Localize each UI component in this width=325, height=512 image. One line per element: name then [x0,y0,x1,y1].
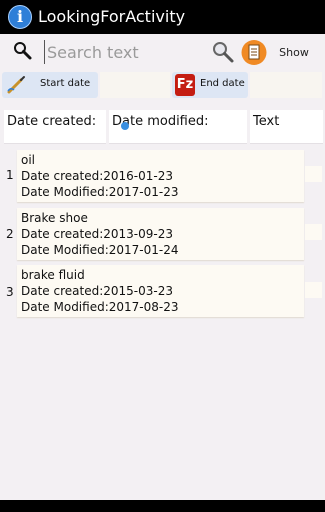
search-icon[interactable] [12,40,34,62]
end-date-button[interactable]: Fz End date [172,72,248,98]
sort-date-modified[interactable]: Date modified: [109,110,247,144]
row-number: 1 [6,168,14,182]
info-icon: i [8,5,32,29]
item-tail[interactable] [305,282,322,298]
list-item[interactable]: brake fluid Date created:2015-03-23 Date… [17,265,304,317]
document-icon[interactable] [241,39,267,66]
item-created: Date created:2015-03-23 [21,284,173,298]
zoom-icon[interactable] [211,40,235,64]
end-date-label: End date [200,78,245,89]
show-button[interactable]: Show [276,43,312,63]
start-date-button[interactable]: Start date [2,72,98,98]
item-modified: Date Modified:2017-01-23 [21,185,179,199]
list-item[interactable]: oil Date created:2016-01-23 Date Modifie… [17,150,304,202]
navigation-bar [0,500,325,512]
start-date-value[interactable] [100,72,170,98]
touch-indicator [121,122,129,130]
item-created: Date created:2016-01-23 [21,169,173,183]
app-title: LookingForActivity [38,7,186,26]
filezilla-icon: Fz [175,74,195,96]
item-title: oil [21,153,36,167]
search-row: Show [0,38,325,68]
title-bar: i LookingForActivity [0,0,325,34]
item-modified: Date Modified:2017-01-24 [21,243,179,257]
list-item[interactable]: Brake shoe Date created:2013-09-23 Date … [17,208,304,260]
item-title: brake fluid [21,268,85,282]
end-date-value[interactable] [250,72,322,98]
date-filter-row: Start date Fz End date [0,70,325,100]
search-input[interactable] [44,40,207,64]
item-modified: Date Modified:2017-08-23 [21,300,179,314]
row-number: 2 [6,227,14,241]
start-date-label: Start date [40,78,91,89]
sort-date-created[interactable]: Date created: [4,110,106,144]
pen-icon [7,76,25,94]
item-created: Date created:2013-09-23 [21,227,173,241]
item-title: Brake shoe [21,211,88,225]
row-number: 3 [6,285,14,299]
item-tail[interactable] [305,166,322,182]
column-header-row: Date created: Date modified: Text [0,110,325,146]
item-tail[interactable] [305,224,322,240]
sort-text[interactable]: Text [250,110,323,144]
